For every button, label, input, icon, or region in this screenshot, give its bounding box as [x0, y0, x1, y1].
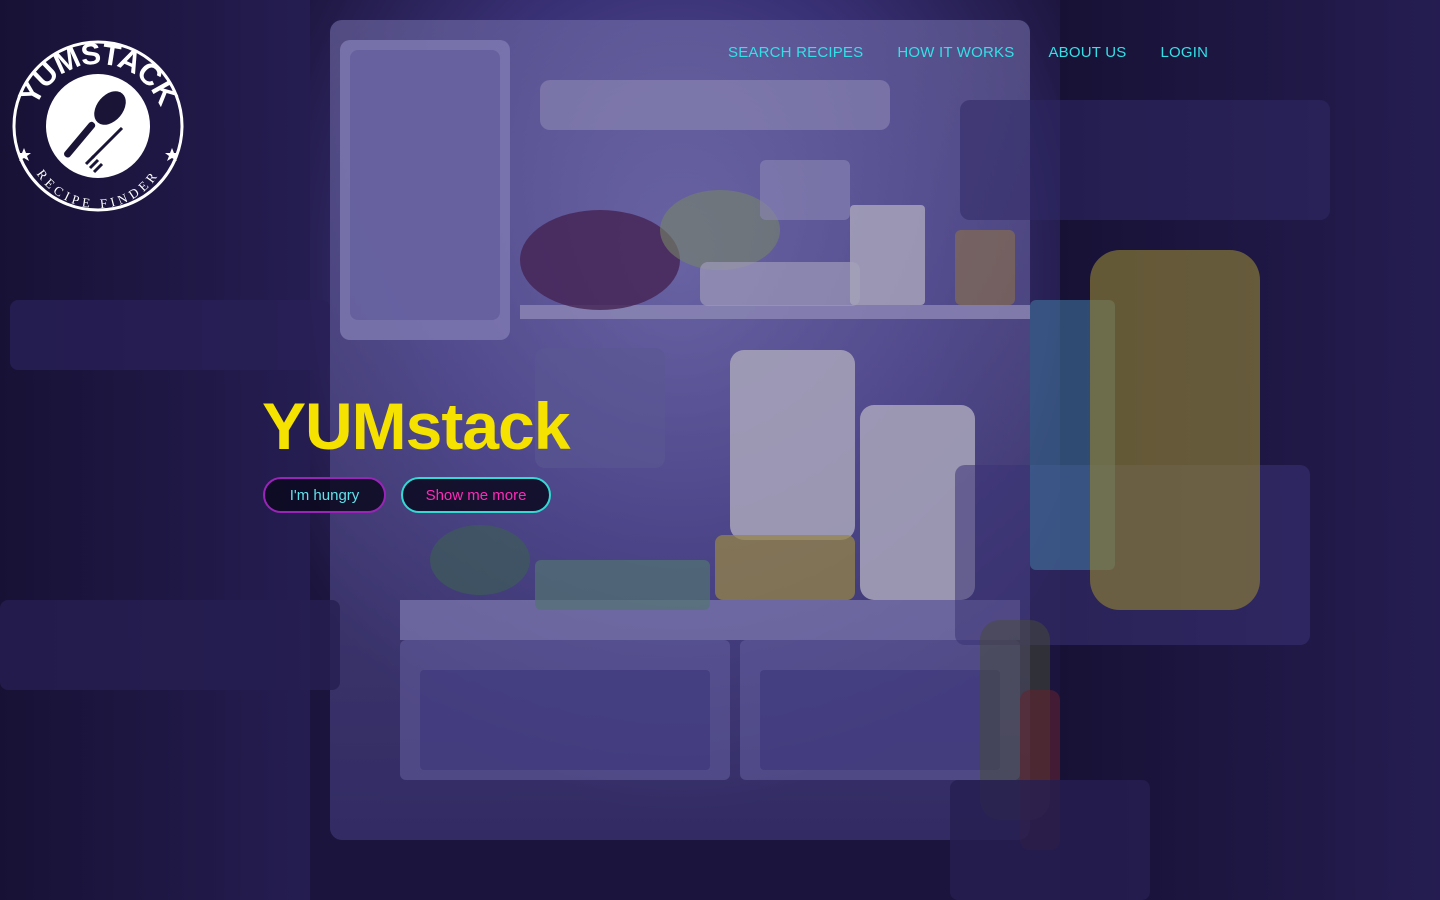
- im-hungry-button[interactable]: I'm hungry: [263, 477, 386, 513]
- yumstack-logo[interactable]: YUMSTACK RECIPE FINDER: [10, 38, 186, 214]
- hero-background: [0, 0, 1440, 900]
- fridge-background-image: [0, 0, 1440, 900]
- nav-how-it-works[interactable]: HOW IT WORKS: [897, 44, 1014, 62]
- hero-title: YUMstack: [262, 389, 570, 463]
- top-navigation: SEARCH RECIPES HOW IT WORKS ABOUT US LOG…: [728, 44, 1208, 62]
- nav-login[interactable]: LOGIN: [1160, 44, 1208, 62]
- nav-search-recipes[interactable]: SEARCH RECIPES: [728, 44, 863, 62]
- show-me-more-button[interactable]: Show me more: [401, 477, 551, 513]
- nav-about-us[interactable]: ABOUT US: [1048, 44, 1126, 62]
- logo-badge: YUMSTACK RECIPE FINDER: [12, 38, 185, 212]
- hero-buttons: I'm hungry Show me more: [263, 477, 551, 513]
